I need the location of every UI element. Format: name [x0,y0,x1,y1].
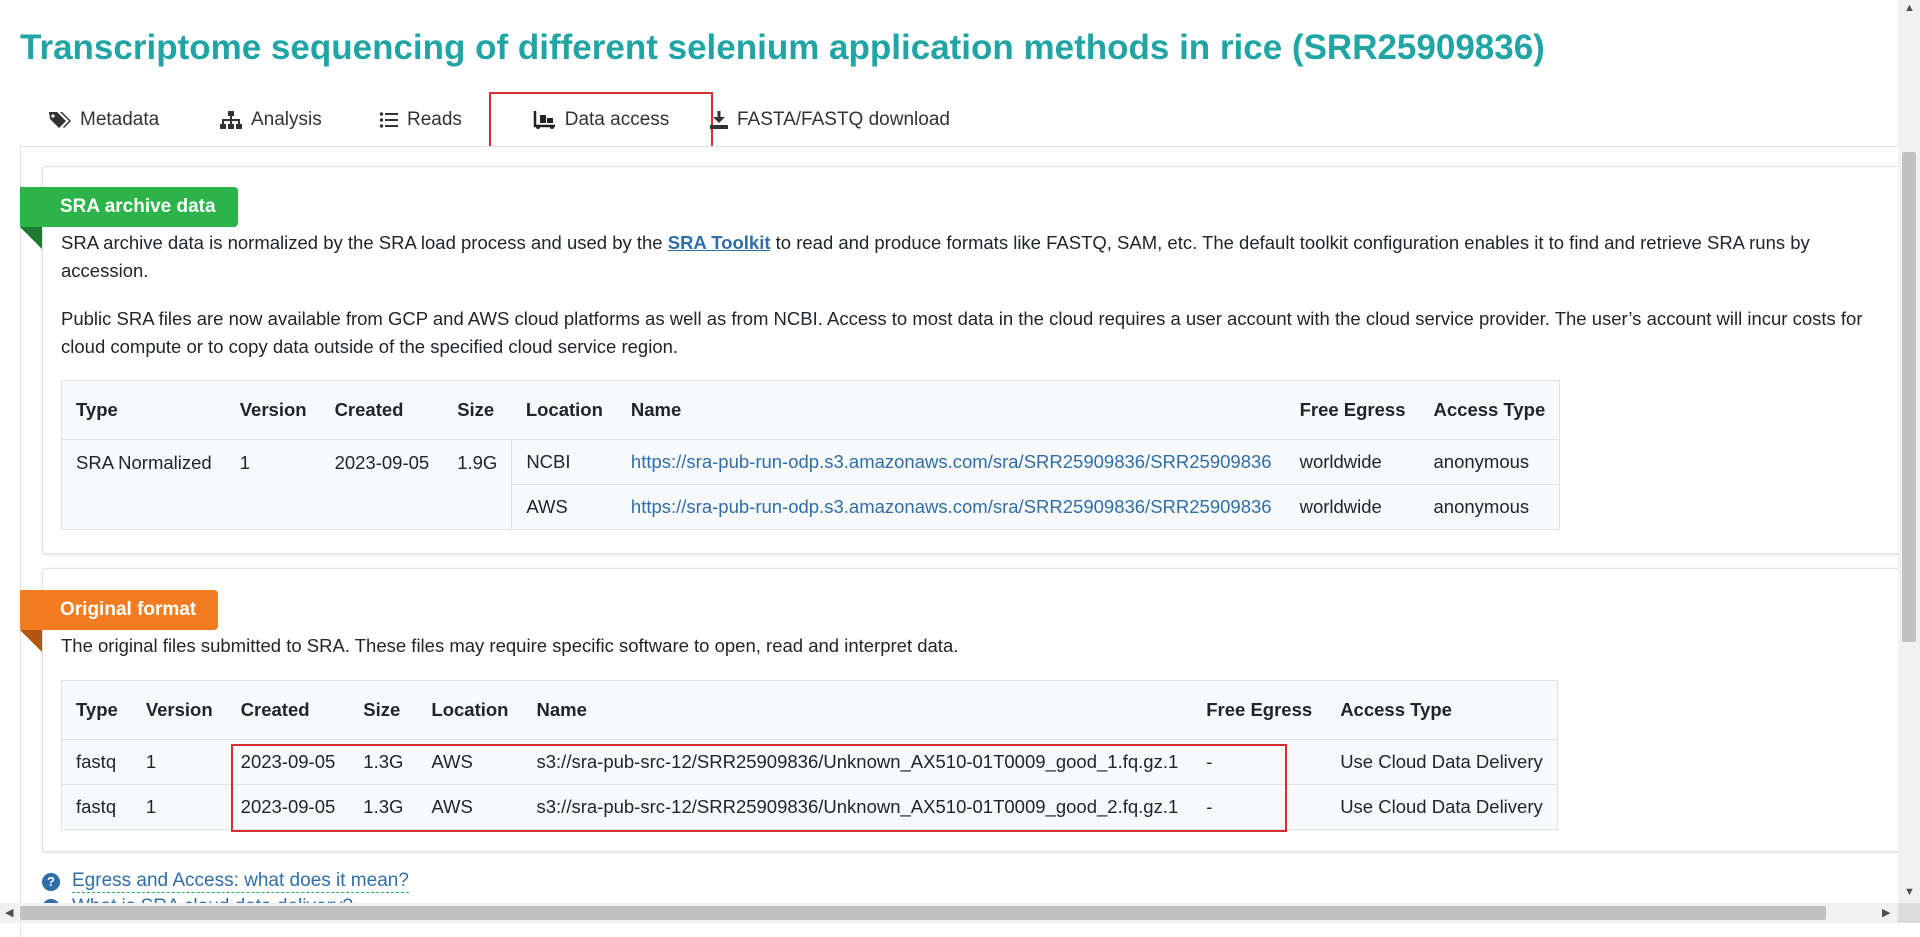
table-header-row: Type Version Created Size Location Name … [61,680,1558,740]
sra-files-table: Type Version Created Size Location Name … [61,380,1561,530]
access-cell: Use Cloud Data Delivery [1340,796,1543,817]
column-header: Name [522,680,1193,740]
original-format-description: The original files submitted to SRA. The… [61,635,959,656]
table-row: fastq 1 2023-09-05 1.3G AWS s3://sra-pub… [61,739,1558,785]
scroll-right-arrow-icon[interactable]: ▶ [1882,906,1890,919]
tab-data-access-label: Data access [564,109,670,130]
type-cell: SRA Normalized [61,439,226,530]
column-header: Location [511,380,617,440]
column-header: Created [226,680,350,740]
table-header-row: Type Version Created Size Location Name … [61,380,1560,440]
column-header: Location [417,680,523,740]
egress-cell: - [1192,739,1327,785]
sra-toolkit-link[interactable]: SRA Toolkit [668,232,771,253]
version-cell: 1 [145,796,157,817]
egress-access-help-link[interactable]: Egress and Access: what does it mean? [72,870,409,893]
badge-fold [20,227,42,249]
location-cell: AWS [417,739,523,785]
created-cell: 2023-09-05 [320,439,444,530]
created-cell: 2023-09-05 [240,796,336,817]
column-header: Size [349,680,418,740]
tab-reads[interactable]: Reads [379,92,462,148]
sra-archive-badge: SRA archive data [20,187,238,227]
size-cell: 1.3G [363,796,404,817]
column-header: Free Egress [1192,680,1327,740]
name-cell: s3://sra-pub-src-12/SRR25909836/Unknown_… [536,796,1179,817]
egress-cell: - [1206,796,1213,817]
name-cell: https://sra-pub-run-odp.s3.amazonaws.com… [617,485,1286,530]
column-header: Size [443,380,512,440]
tab-data-access[interactable]: Data access [489,92,713,148]
column-header: Name [616,380,1286,440]
description-text: SRA archive data is normalized by the SR… [61,232,668,253]
column-header: Created [320,380,444,440]
tab-analysis[interactable]: Analysis [219,92,322,148]
size-cell: 1.3G [349,739,418,785]
created-cell: 2023-09-05 [226,739,350,785]
tab-metadata[interactable]: Metadata [48,92,159,148]
sra-archive-description: SRA archive data is normalized by the SR… [61,229,1891,285]
download-icon [709,110,729,130]
access-cell: anonymous [1433,496,1530,517]
original-files-table: Type Version Created Size Location Name … [61,680,1558,830]
question-circle-icon: ? [42,872,60,891]
location-cell: NCBI [511,439,617,485]
tab-reads-label: Reads [407,109,462,130]
table-row: fastq 1 2023-09-05 1.3G AWS s3://sra-pub… [62,785,1558,830]
help-link-egress: ? Egress and Access: what does it mean? [42,870,409,893]
tags-icon [48,110,72,130]
badge-fold [20,630,42,652]
page-title: Transcriptome sequencing of different se… [20,28,1545,67]
cloud-availability-description: Public SRA files are now available from … [61,308,1863,357]
access-cell: Use Cloud Data Delivery [1326,739,1558,785]
horizontal-scrollbar[interactable]: ◀ ▶ [0,903,1898,923]
vertical-scrollbar-thumb[interactable] [1902,152,1916,642]
tab-fasta-fastq-download[interactable]: FASTA/FASTQ download [709,92,950,148]
file-url-link[interactable]: https://sra-pub-run-odp.s3.amazonaws.com… [631,451,1272,472]
egress-cell: worldwide [1285,439,1420,485]
scroll-up-arrow-icon[interactable]: ▲ [1904,2,1915,14]
column-header: Version [131,680,227,740]
tab-fasta-fastq-download-label: FASTA/FASTQ download [737,109,950,130]
version-cell: 1 [225,439,321,530]
egress-cell: worldwide [1299,496,1382,517]
scroll-left-arrow-icon[interactable]: ◀ [5,906,13,919]
size-cell: 1.9G [443,439,513,530]
column-header: Access Type [1326,680,1558,740]
list-icon [379,111,399,129]
column-header: Version [225,380,321,440]
scrollbar-corner [1898,903,1920,923]
type-cell: fastq [76,796,117,817]
tab-analysis-label: Analysis [251,109,322,130]
file-url-link[interactable]: https://sra-pub-run-odp.s3.amazonaws.com… [631,496,1272,517]
name-cell: https://sra-pub-run-odp.s3.amazonaws.com… [616,439,1286,485]
column-header: Type [61,680,132,740]
tab-metadata-label: Metadata [80,109,160,130]
column-header: Type [61,380,226,440]
column-header: Access Type [1419,380,1560,440]
dolly-icon [533,110,557,130]
access-cell: anonymous [1419,439,1560,485]
column-header: Free Egress [1285,380,1420,440]
vertical-scrollbar[interactable]: ▲ ▼ [1898,0,1920,903]
location-cell: AWS [431,796,473,817]
location-cell: AWS [526,496,568,517]
original-format-badge: Original format [20,590,219,630]
scroll-down-arrow-icon[interactable]: ▼ [1904,886,1915,898]
table-row: SRA Normalized 1 2023-09-05 1.9G NCBI ht… [61,439,1560,530]
sitemap-icon [219,110,243,130]
version-cell: 1 [131,739,227,785]
horizontal-scrollbar-thumb[interactable] [20,906,1826,920]
type-cell: fastq [61,739,132,785]
tab-bar: Metadata Analysis Reads Data access FAST… [28,92,1898,148]
name-cell: s3://sra-pub-src-12/SRR25909836/Unknown_… [522,739,1193,785]
